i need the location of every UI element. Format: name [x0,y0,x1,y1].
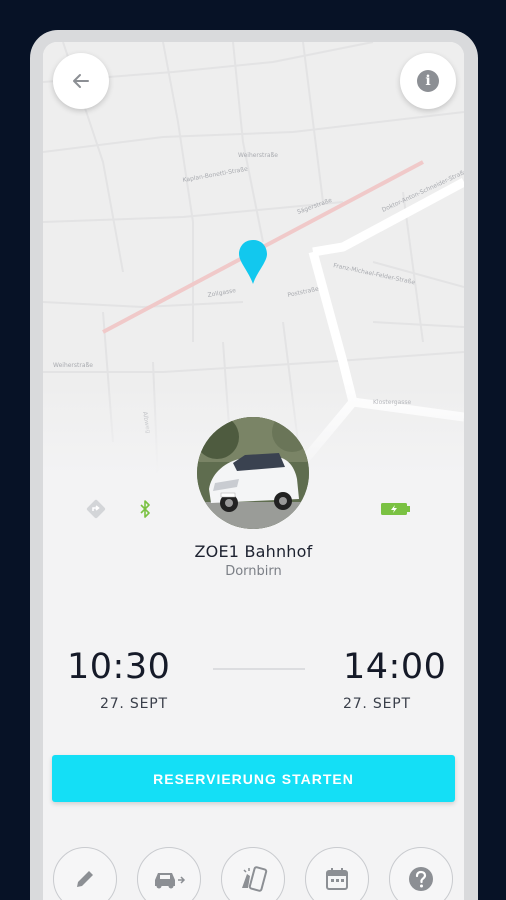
svg-text:Weiherstraße: Weiherstraße [238,152,278,159]
pencil-icon [77,871,93,887]
start-time[interactable]: 10:30 [67,647,170,687]
phone-gesture-button[interactable] [221,847,285,900]
time-separator [213,668,305,670]
help-icon [409,867,433,891]
vehicle-photo[interactable] [197,417,309,529]
phone-gesture-icon [242,866,268,892]
vehicle-image [197,417,309,529]
action-bar [43,847,464,900]
bluetooth-icon [140,500,150,518]
back-button[interactable] [53,53,109,109]
info-button[interactable]: i [400,53,456,109]
calendar-button[interactable] [305,847,369,900]
svg-text:Weiherstraße: Weiherstraße [53,362,93,369]
directions-icon[interactable] [84,497,108,521]
car-key-icon [155,873,186,889]
start-reservation-button[interactable]: RESERVIERUNG STARTEN [52,755,455,802]
battery-charging-icon [381,503,410,515]
help-button[interactable] [389,847,453,900]
info-icon: i [417,70,439,92]
arrow-left-icon [73,74,89,88]
calendar-icon [326,868,348,890]
screen: Weiherstraße Kaplan-Bonetti-Straße Säger… [43,42,464,900]
vehicle-location: Dornbirn [225,564,282,579]
end-time[interactable]: 14:00 [343,647,446,687]
car-key-button[interactable] [137,847,201,900]
vehicle-name: ZOE1 Bahnhof [194,542,313,561]
map[interactable]: Weiherstraße Kaplan-Bonetti-Straße Säger… [43,42,464,492]
end-date[interactable]: 27. SEPT [343,696,411,712]
edit-button[interactable] [53,847,117,900]
start-date[interactable]: 27. SEPT [100,696,168,712]
